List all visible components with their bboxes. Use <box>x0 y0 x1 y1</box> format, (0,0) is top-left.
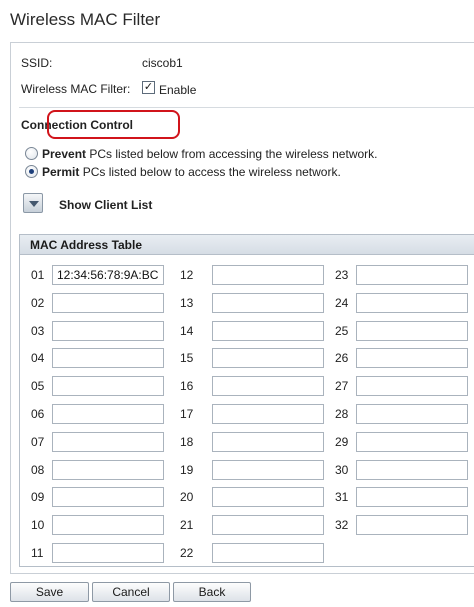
mac-address-input[interactable] <box>212 431 324 452</box>
mac-address-input[interactable] <box>356 376 468 397</box>
ssid-label: SSID: <box>21 56 53 70</box>
mac-address-input[interactable] <box>356 459 468 480</box>
mac-entry-number: 17 <box>180 407 194 421</box>
mac-address-input[interactable] <box>52 292 164 313</box>
mac-address-input[interactable] <box>52 265 164 285</box>
mac-address-input[interactable] <box>52 376 164 397</box>
mac-entry-number: 09 <box>31 490 45 505</box>
mac-address-input[interactable] <box>52 348 164 369</box>
mac-entry-number: 13 <box>180 295 194 310</box>
prevent-text: PCs listed below from accessing the wire… <box>89 147 378 161</box>
mac-address-input[interactable] <box>212 320 324 341</box>
permit-text: PCs listed below to access the wireless … <box>82 165 341 179</box>
mac-address-input[interactable] <box>52 515 164 536</box>
mac-address-input[interactable] <box>52 320 164 341</box>
mac-address-table: MAC Address Table 01 02 03 04 05 06 07 08 09 10 11… <box>19 234 474 567</box>
mac-entry-number: 05 <box>31 379 45 394</box>
show-client-list-toggle[interactable] <box>23 193 43 213</box>
mac-address-input[interactable] <box>212 487 324 508</box>
mac-address-input[interactable] <box>212 265 324 285</box>
mac-entry-number: 23 <box>335 268 349 282</box>
mac-entry-number: 27 <box>335 379 349 394</box>
mac-entry-number: 22 <box>180 546 194 560</box>
prevent-radio[interactable] <box>25 147 38 160</box>
mac-entry-number: 20 <box>180 490 194 505</box>
mac-address-input[interactable] <box>212 515 324 536</box>
mac-entry-number: 04 <box>31 351 45 366</box>
highlight-annotation <box>47 110 180 139</box>
mac-address-input[interactable] <box>212 292 324 313</box>
divider <box>19 107 474 108</box>
permit-bold-text: Permit <box>42 165 80 179</box>
mac-address-input[interactable] <box>356 404 468 424</box>
mac-entry-number: 02 <box>31 295 45 310</box>
enable-checkbox[interactable]: ✓ <box>142 81 155 94</box>
back-button[interactable]: Back <box>173 582 251 602</box>
mac-entry-number: 08 <box>31 462 45 477</box>
mac-address-input[interactable] <box>52 487 164 508</box>
mac-entry-number: 25 <box>335 323 349 338</box>
mac-entry-number: 16 <box>180 379 194 394</box>
mac-entry-number: 06 <box>31 407 45 421</box>
cancel-button[interactable]: Cancel <box>92 582 170 602</box>
mac-entry-number: 29 <box>335 434 349 449</box>
mac-entry-number: 18 <box>180 434 194 449</box>
show-client-list-label: Show Client List <box>59 198 153 212</box>
mac-entry-number: 11 <box>31 546 44 560</box>
mac-entry-number: 21 <box>180 518 194 533</box>
mac-entry-number: 32 <box>335 518 349 533</box>
mac-entry-number: 30 <box>335 462 349 477</box>
mac-address-input[interactable] <box>356 487 468 508</box>
mac-table-header: MAC Address Table <box>20 235 474 255</box>
mac-entry-number: 14 <box>180 323 194 338</box>
mac-entry-number: 31 <box>335 490 349 505</box>
save-button[interactable]: Save <box>10 582 89 602</box>
permit-option-label: Permit PCs listed below to access the wi… <box>42 165 341 179</box>
mac-address-input[interactable] <box>52 404 164 424</box>
mac-address-input[interactable] <box>52 431 164 452</box>
enable-label: Enable <box>159 83 197 97</box>
mac-entry-number: 07 <box>31 434 45 449</box>
mac-address-input[interactable] <box>212 348 324 369</box>
mac-entry-number: 15 <box>180 351 194 366</box>
prevent-option-label: Prevent PCs listed below from accessing … <box>42 147 378 161</box>
mac-entry-number: 19 <box>180 462 194 477</box>
mac-address-input[interactable] <box>212 404 324 424</box>
settings-panel: SSID: ciscob1 Wireless MAC Filter: ✓ Ena… <box>10 42 474 574</box>
mac-address-input[interactable] <box>356 348 468 369</box>
mac-entry-number: 01 <box>31 268 45 282</box>
mac-address-input[interactable] <box>212 543 324 563</box>
prevent-bold-text: Prevent <box>42 147 87 161</box>
mac-address-input[interactable] <box>356 431 468 452</box>
mac-address-input[interactable] <box>212 459 324 480</box>
mac-address-input[interactable] <box>356 320 468 341</box>
mac-entry-number: 26 <box>335 351 349 366</box>
mac-entry-number: 24 <box>335 295 349 310</box>
mac-entry-number: 28 <box>335 407 349 421</box>
mac-address-input[interactable] <box>52 459 164 480</box>
mac-address-input[interactable] <box>212 376 324 397</box>
mac-entry-number: 10 <box>31 518 45 533</box>
mac-filter-label: Wireless MAC Filter: <box>21 82 131 96</box>
mac-address-input[interactable] <box>52 543 164 563</box>
page-title: Wireless MAC Filter <box>10 10 161 29</box>
ssid-value: ciscob1 <box>142 56 183 70</box>
mac-address-input[interactable] <box>356 265 468 285</box>
checkmark-icon: ✓ <box>143 81 154 93</box>
permit-radio[interactable] <box>25 165 38 178</box>
mac-address-input[interactable] <box>356 292 468 313</box>
mac-entry-number: 03 <box>31 323 45 338</box>
mac-entry-number: 12 <box>180 268 194 282</box>
mac-address-input[interactable] <box>356 515 468 536</box>
